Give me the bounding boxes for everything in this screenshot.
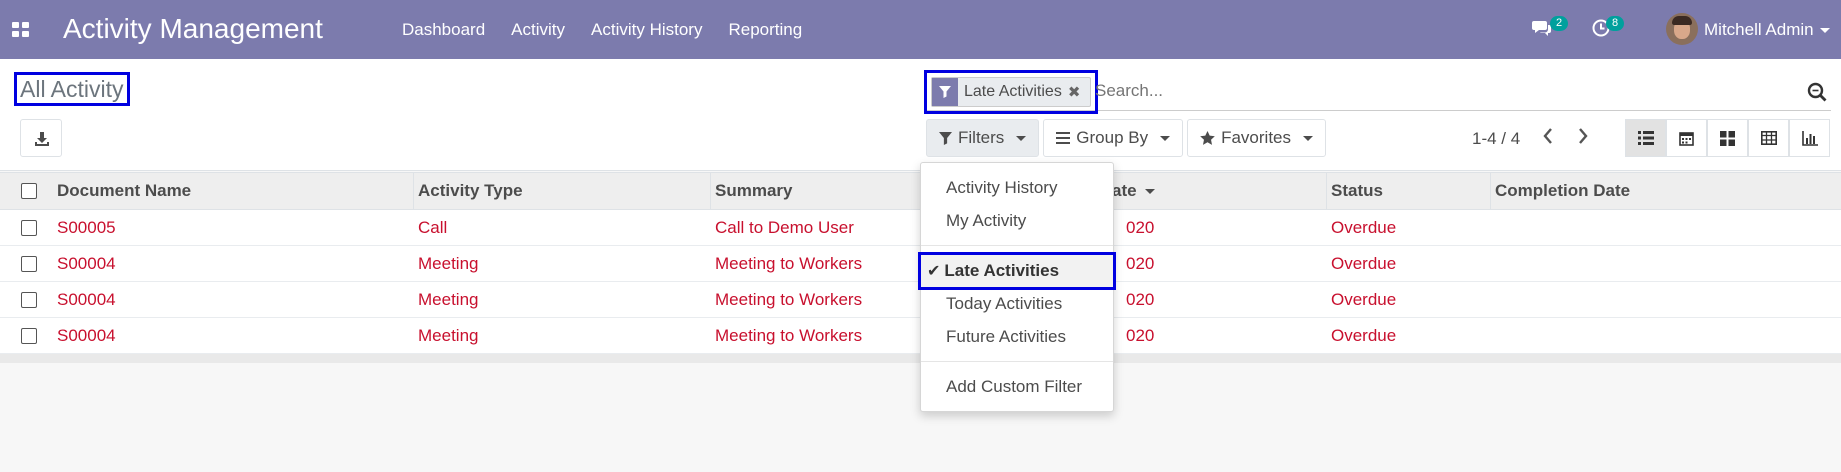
chevron-down-icon [1016,135,1027,141]
download-button[interactable] [20,119,62,157]
facet-value: Late Activities [964,83,1062,100]
cell-activity-type: Meeting [418,289,479,309]
menu-item-reporting[interactable]: Reporting [728,20,802,40]
star-icon [1200,131,1215,145]
cell-summary: Meeting to Workers [715,253,863,273]
cell-summary: Call to Demo User [715,217,854,237]
row-checkbox[interactable] [21,328,37,344]
view-switcher [1625,119,1830,157]
remove-facet-icon[interactable]: ✖ [1068,83,1087,101]
cell-summary: Meeting to Workers [715,289,863,309]
apps-grid-icon[interactable] [12,22,30,37]
control-panel: All Activity Late Activities ✖ Filt [0,59,1841,171]
checkmark-icon: ✔ [927,263,941,280]
filters-button[interactable]: Filters [926,119,1040,157]
calendar-view-button[interactable] [1666,119,1707,157]
cell-status: Overdue [1331,289,1397,309]
bar-chart-icon [1801,130,1818,146]
calendar-icon [1679,131,1694,146]
list-view-icon [1637,131,1654,145]
row-checkbox[interactable] [21,256,37,272]
top-navbar: Activity Management Dashboard Activity A… [0,0,1841,59]
messages-badge: 2 [1550,16,1568,31]
cell-document-name: S00004 [57,253,116,273]
column-header-document-name[interactable]: Document Name [57,173,191,209]
filters-label: Filters [958,128,1005,147]
search-options: Filters Group By Favorites [926,119,1330,157]
kanban-grid-icon [1720,130,1735,146]
filter-item-activity-history[interactable]: Activity History [921,172,1113,204]
page-title: All Activity [14,72,130,106]
chevron-down-icon [1819,28,1830,34]
cell-due-date: 020 [1126,253,1155,273]
pager-value[interactable]: 1-4 / 4 [1472,129,1520,149]
filter-facet-icon [932,78,958,106]
cell-activity-type: Call [418,217,448,237]
sort-desc-icon [1144,188,1155,194]
column-header-summary[interactable]: Summary [715,173,792,209]
cell-document-name: S00004 [57,325,116,345]
search-icon[interactable] [1807,82,1827,102]
column-header-due-date-label: ate [1112,181,1137,200]
cell-status: Overdue [1331,253,1397,273]
table-icon [1760,131,1777,145]
chevron-left-icon[interactable] [1541,126,1555,146]
column-header-activity-type[interactable]: Activity Type [418,173,523,209]
menu-item-dashboard[interactable]: Dashboard [402,20,485,40]
messages-systray[interactable]: 2 [1532,12,1572,48]
user-avatar[interactable] [1666,13,1698,45]
search-facet: Late Activities ✖ [924,70,1098,114]
list-view-button[interactable] [1625,119,1666,157]
kanban-view-button[interactable] [1707,119,1748,157]
row-checkbox[interactable] [21,292,37,308]
chat-bubbles-icon [1532,21,1551,36]
cell-activity-type: Meeting [418,325,479,345]
pivot-view-button[interactable] [1748,119,1789,157]
column-header-completion-date[interactable]: Completion Date [1495,173,1630,209]
app-title[interactable]: Activity Management [63,13,323,45]
search-input[interactable] [1095,81,1695,101]
cell-status: Overdue [1331,217,1397,237]
favorites-label: Favorites [1221,128,1292,147]
user-name-label: Mitchell Admin [1704,20,1814,39]
menu-item-activity-history[interactable]: Activity History [591,20,702,40]
favorites-button[interactable]: Favorites [1187,119,1327,157]
filter-item-future-activities[interactable]: Future Activities [921,321,1113,353]
filter-icon [939,131,952,145]
filter-item-late-activities[interactable]: ✔ Late Activities [918,252,1116,290]
select-all-checkbox[interactable] [21,183,37,199]
cell-activity-type: Meeting [418,253,479,273]
cell-summary: Meeting to Workers [715,325,863,345]
chevron-right-icon[interactable] [1576,126,1590,146]
filter-item-late-activities-label: Late Activities [944,261,1060,280]
filter-item-my-activity[interactable]: My Activity [921,205,1113,237]
column-header-due-date[interactable]: ate [1112,173,1155,209]
main-menu: Dashboard Activity Activity History Repo… [402,20,802,40]
cell-document-name: S00004 [57,289,116,309]
download-icon [35,132,49,146]
group-by-button[interactable]: Group By [1043,119,1184,157]
cell-status: Overdue [1331,325,1397,345]
filters-dropdown-menu: Activity History My Activity ✔ Late Acti… [918,162,1116,412]
cell-due-date: 020 [1126,217,1155,237]
menu-item-activity[interactable]: Activity [511,20,565,40]
chevron-down-icon [1160,135,1171,141]
row-checkbox[interactable] [21,220,37,236]
column-header-status[interactable]: Status [1331,173,1383,209]
graph-view-button[interactable] [1789,119,1830,157]
chevron-down-icon [1303,135,1314,141]
add-custom-filter[interactable]: Add Custom Filter [921,371,1113,403]
group-by-label: Group By [1076,128,1149,147]
filter-item-today-activities[interactable]: Today Activities [921,288,1113,320]
cell-due-date: 020 [1126,289,1155,309]
activities-systray[interactable]: 8 [1592,12,1632,48]
user-menu[interactable]: Mitchell Admin [1704,20,1830,40]
list-bars-icon [1056,132,1071,144]
cell-due-date: 020 [1126,325,1155,345]
cell-document-name: S00005 [57,217,116,237]
search-bar: Late Activities ✖ [924,70,1831,114]
activities-badge: 8 [1606,16,1624,31]
